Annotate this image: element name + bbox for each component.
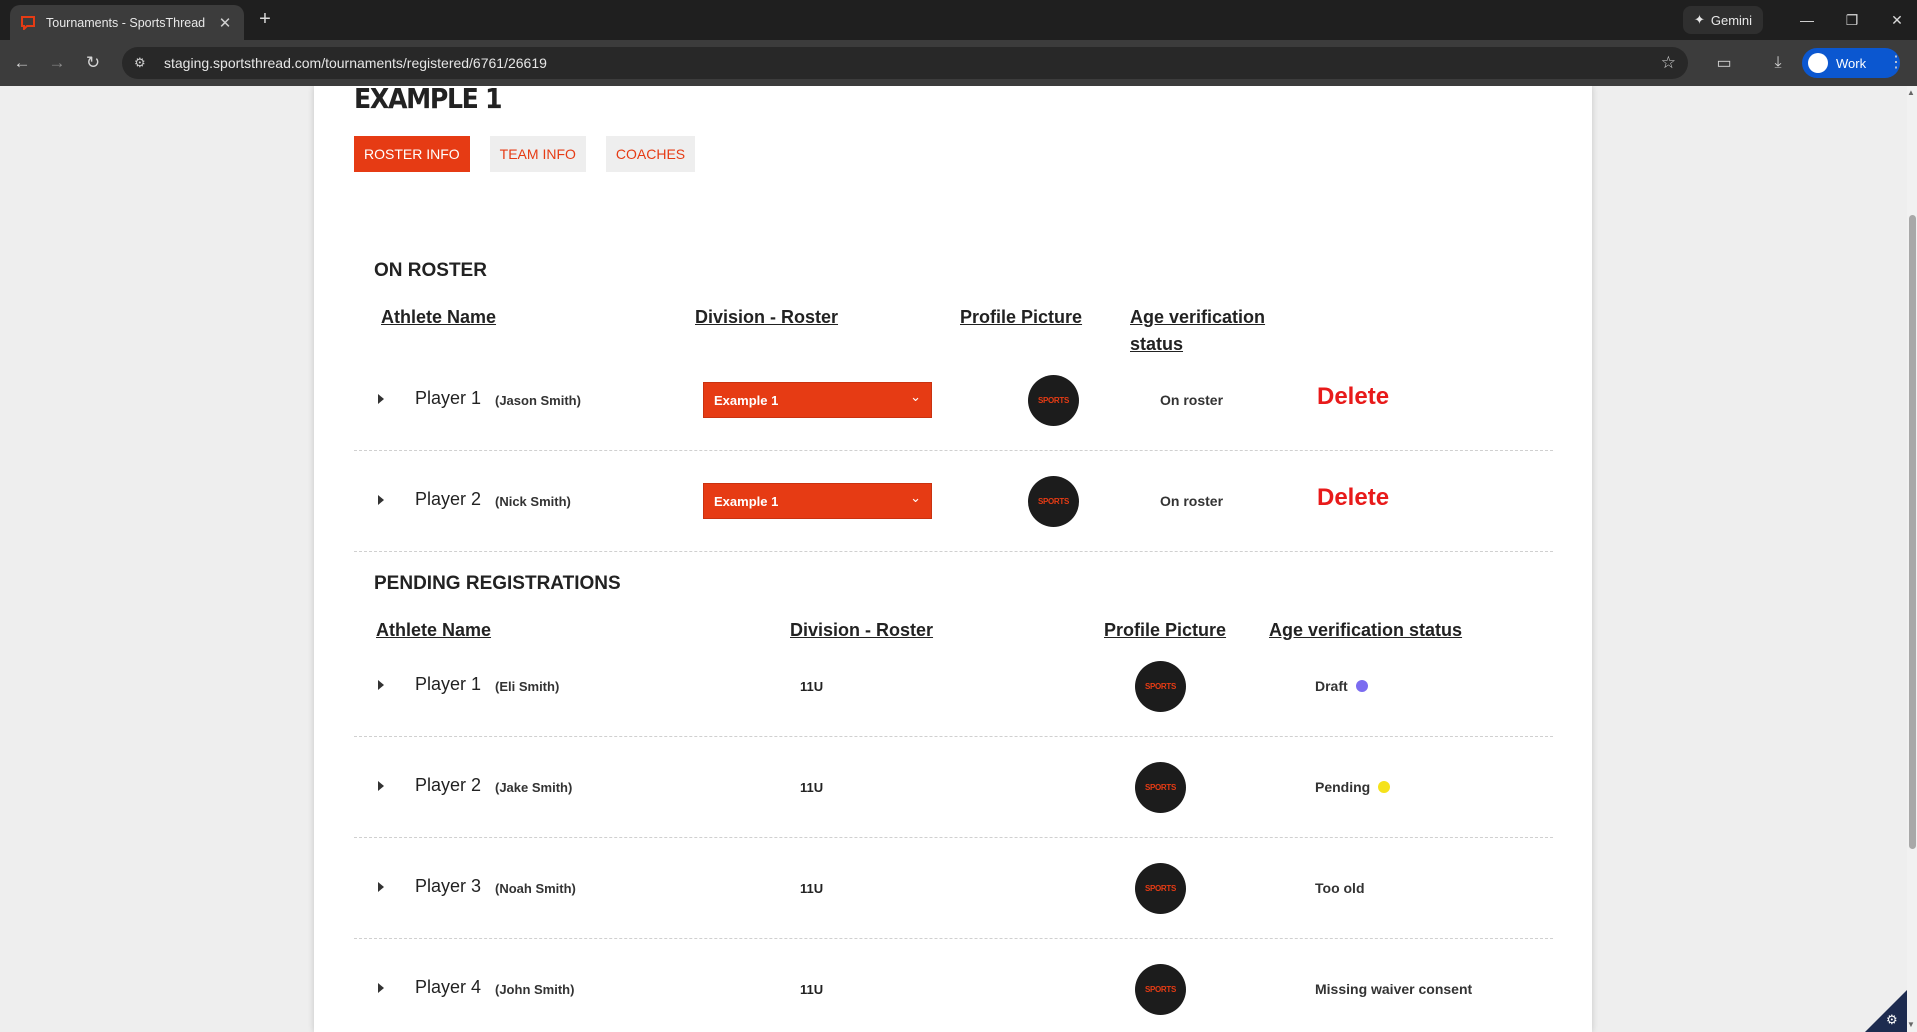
table-row: Player 2 (Jake Smith) 11U SPORTS Pending xyxy=(354,737,1553,838)
division-select[interactable]: Example 1 ⌄ xyxy=(703,382,932,418)
player-real-name: (Jason Smith) xyxy=(495,393,581,408)
profile-avatar: SPORTS xyxy=(1135,964,1186,1015)
sports-logo: SPORTS xyxy=(1037,396,1070,405)
chevron-down-icon: ⌄ xyxy=(910,490,921,505)
bookmark-star-icon[interactable]: ☆ xyxy=(1661,53,1676,73)
player-real-name: (Jake Smith) xyxy=(495,780,573,795)
browser-tab[interactable]: Tournaments - SportsThread ✕ xyxy=(10,5,244,40)
status-text: On roster xyxy=(1160,493,1224,509)
sports-logo: SPORTS xyxy=(1144,682,1177,691)
profile-avatar: SPORTS xyxy=(1028,476,1079,527)
gemini-label: Gemini xyxy=(1710,12,1753,28)
status-badge: Pending xyxy=(1315,779,1391,795)
cast-icon[interactable]: ▭ xyxy=(1712,51,1736,75)
scroll-down-arrow-icon[interactable]: ▼ xyxy=(1907,1020,1915,1029)
reload-icon[interactable]: ↻ xyxy=(81,51,105,75)
chevron-down-icon: ⌄ xyxy=(910,389,921,404)
player-label: Player 2 xyxy=(415,775,482,795)
tab-team-info[interactable]: TEAM INFO xyxy=(489,136,586,172)
status-text: Too old xyxy=(1315,880,1365,896)
expand-caret-icon[interactable] xyxy=(378,781,384,791)
back-arrow-icon[interactable]: ← xyxy=(10,51,34,75)
gemini-sparkle-icon: ✦ xyxy=(1693,12,1705,27)
player-real-name: (Nick Smith) xyxy=(495,494,571,509)
roster-card: EXAMPLE 1 ROSTER INFO TEAM INFO COACHES … xyxy=(314,86,1592,1032)
roster-tabs: ROSTER INFO TEAM INFO COACHES xyxy=(354,136,696,172)
division-select-value: Example 1 xyxy=(714,392,779,408)
expand-caret-icon[interactable] xyxy=(378,882,384,892)
sportsthread-favicon-icon xyxy=(20,15,36,31)
table-row: Player 4 (John Smith) 11U SPORTS Missing… xyxy=(354,939,1553,1032)
status-dot-icon xyxy=(1355,680,1368,692)
browser-toolbar: ← → ↻ ⚙ staging.sportsthread.com/tournam… xyxy=(0,40,1917,86)
tab-title: Tournaments - SportsThread xyxy=(46,15,206,30)
restore-button[interactable]: ❐ xyxy=(1832,6,1872,34)
status-text: Pending xyxy=(1315,779,1371,795)
col-division-roster: Division - Roster xyxy=(695,307,839,327)
player-label: Player 2 xyxy=(415,489,482,509)
status-text: Missing waiver consent xyxy=(1315,981,1473,997)
on-roster-title: ON ROSTER xyxy=(374,260,487,281)
tab-coaches[interactable]: COACHES xyxy=(605,136,696,172)
table-row: Player 3 (Noah Smith) 11U SPORTS Too old xyxy=(354,838,1553,939)
division-select-value: Example 1 xyxy=(714,493,779,509)
player-real-name: (John Smith) xyxy=(495,982,575,997)
division-select[interactable]: Example 1 ⌄ xyxy=(703,483,932,519)
col-profile-picture: Profile Picture xyxy=(960,307,1083,327)
status-dot-icon xyxy=(1378,781,1391,793)
player-label: Player 4 xyxy=(415,977,482,997)
forward-arrow-icon[interactable]: → xyxy=(45,51,69,75)
col-athlete-name: Athlete Name xyxy=(381,307,497,327)
table-row: Player 1 (Jason Smith) Example 1 ⌄ SPORT… xyxy=(354,350,1553,451)
expand-caret-icon[interactable] xyxy=(378,394,384,404)
expand-caret-icon[interactable] xyxy=(378,680,384,690)
sports-logo: SPORTS xyxy=(1144,884,1177,893)
tab-close-icon[interactable]: ✕ xyxy=(216,14,234,32)
minimize-button[interactable]: — xyxy=(1787,6,1827,34)
tab-roster-info[interactable]: ROSTER INFO xyxy=(354,136,470,172)
division-text: 11U xyxy=(800,881,824,896)
player-real-name: (Eli Smith) xyxy=(495,679,560,694)
division-text: 11U xyxy=(800,679,824,694)
table-row: Player 2 (Nick Smith) Example 1 ⌄ SPORTS… xyxy=(354,451,1553,552)
delete-button[interactable]: Delete xyxy=(1317,484,1389,512)
division-text: 11U xyxy=(800,982,824,997)
sports-logo: SPORTS xyxy=(1144,985,1177,994)
delete-button[interactable]: Delete xyxy=(1317,383,1389,411)
division-text: 11U xyxy=(800,780,824,795)
player-real-name: (Noah Smith) xyxy=(495,881,576,896)
pending-registrations-title: PENDING REGISTRATIONS xyxy=(374,573,621,594)
status-text: Draft xyxy=(1315,678,1348,694)
status-text: On roster xyxy=(1160,392,1224,408)
gemini-button[interactable]: ✦ Gemini xyxy=(1683,6,1763,34)
profile-avatar: SPORTS xyxy=(1135,661,1186,712)
site-info-icon[interactable]: ⚙ xyxy=(134,55,156,71)
close-window-button[interactable]: ✕ xyxy=(1877,6,1917,34)
url-text[interactable]: staging.sportsthread.com/tournaments/reg… xyxy=(164,55,1661,71)
profile-avatar: SPORTS xyxy=(1135,762,1186,813)
expand-caret-icon[interactable] xyxy=(378,495,384,505)
scrollbar-thumb[interactable] xyxy=(1909,215,1916,849)
gear-icon[interactable]: ⚙ xyxy=(1886,1012,1898,1028)
download-icon[interactable]: ⤓ xyxy=(1766,51,1790,75)
address-bar[interactable]: ⚙ staging.sportsthread.com/tournaments/r… xyxy=(122,47,1688,79)
team-title: EXAMPLE 1 xyxy=(354,86,502,115)
player-label: Player 3 xyxy=(415,876,482,896)
status-badge: Draft xyxy=(1315,678,1368,694)
profile-label: Work xyxy=(1836,55,1867,71)
browser-tab-bar: Tournaments - SportsThread ✕ + ✦ Gemini … xyxy=(0,0,1917,40)
profile-avatar: SPORTS xyxy=(1028,375,1079,426)
player-label: Player 1 xyxy=(415,674,482,694)
sports-logo: SPORTS xyxy=(1037,497,1070,506)
avatar xyxy=(1808,53,1828,73)
new-tab-button[interactable]: + xyxy=(254,8,276,30)
player-label: Player 1 xyxy=(415,388,482,408)
kebab-menu-icon[interactable]: ⋮ xyxy=(1886,52,1906,72)
expand-caret-icon[interactable] xyxy=(378,983,384,993)
scroll-up-arrow-icon[interactable]: ▲ xyxy=(1907,88,1915,97)
profile-avatar: SPORTS xyxy=(1135,863,1186,914)
page-viewport: EXAMPLE 1 ROSTER INFO TEAM INFO COACHES … xyxy=(0,86,1917,1032)
sports-logo: SPORTS xyxy=(1144,783,1177,792)
table-row: Player 1 (Eli Smith) 11U SPORTS Draft xyxy=(354,636,1553,737)
